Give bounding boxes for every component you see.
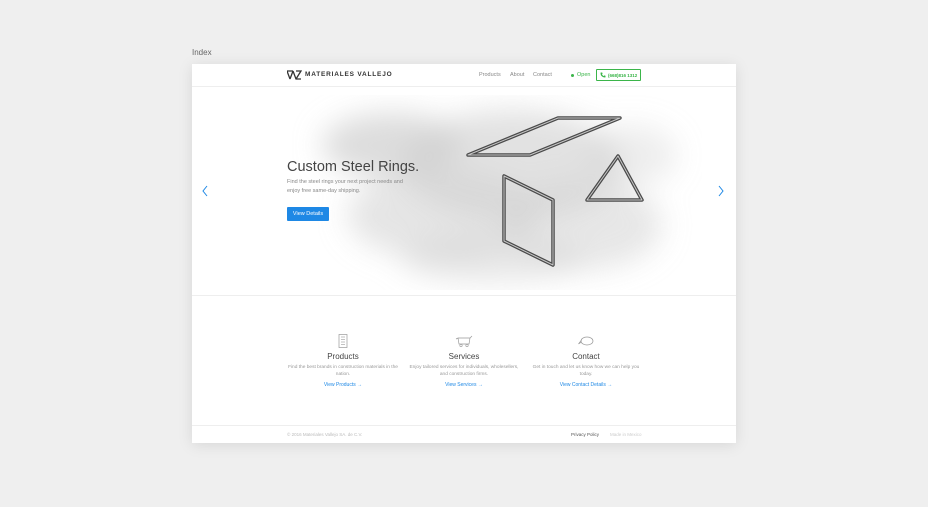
nav-products[interactable]: Products	[479, 72, 501, 78]
feature-title: Services	[448, 352, 480, 361]
document-icon	[338, 334, 348, 348]
view-products-link[interactable]: View Products →	[288, 382, 398, 388]
hero-slider: Custom Steel Rings. Find the steel rings…	[192, 87, 736, 296]
feature-services: Services Enjoy tailored services for ind…	[409, 334, 519, 388]
steel-rings-illustration	[466, 116, 644, 267]
page-frame: MATERIALES VALLEJO Products About Contac…	[192, 64, 736, 443]
phone-icon	[600, 72, 606, 78]
feature-description: Enjoy tailored services for individuals,…	[409, 365, 519, 377]
hero-description: Find the steel rings your next project n…	[287, 179, 403, 194]
copyright-text: © 2016 Materiales Vallejo SA. de C.V.	[287, 432, 363, 437]
made-in-text: Made in Mexico	[610, 432, 642, 437]
header: MATERIALES VALLEJO Products About Contac…	[192, 64, 736, 87]
nav-about[interactable]: About	[510, 72, 524, 78]
footer: © 2016 Materiales Vallejo SA. de C.V. Pr…	[192, 425, 736, 443]
truck-icon	[455, 335, 473, 348]
hero-title: Custom Steel Rings.	[287, 159, 420, 175]
brand-name[interactable]: MATERIALES VALLEJO	[305, 71, 392, 78]
feature-description: Get in touch and let us know how we can …	[532, 365, 640, 377]
logo-icon[interactable]	[287, 70, 302, 80]
view-contact-link[interactable]: View Contact Details →	[531, 382, 641, 388]
feature-title: Products	[327, 352, 359, 361]
feature-description: Find the best brands in construction mat…	[288, 365, 398, 377]
status-dot-icon	[571, 74, 574, 77]
feature-products: Products Find the best brands in constru…	[288, 334, 398, 388]
chevron-left-icon[interactable]	[201, 185, 209, 197]
privacy-policy-link[interactable]: Privacy Policy	[571, 432, 599, 437]
nav-contact[interactable]: Contact	[533, 72, 552, 78]
chevron-right-icon[interactable]	[717, 185, 725, 197]
chat-icon	[578, 336, 594, 346]
view-services-link[interactable]: View Services →	[409, 382, 519, 388]
feature-contact: Contact Get in touch and let us know how…	[531, 334, 641, 388]
artboard-label: Index	[192, 48, 212, 57]
phone-number: (668)816 1312	[608, 72, 638, 78]
phone-button[interactable]: (668)816 1312	[596, 69, 641, 81]
status-open: Open	[577, 72, 591, 78]
view-details-button[interactable]: View Details	[287, 207, 329, 221]
feature-title: Contact	[572, 352, 600, 361]
